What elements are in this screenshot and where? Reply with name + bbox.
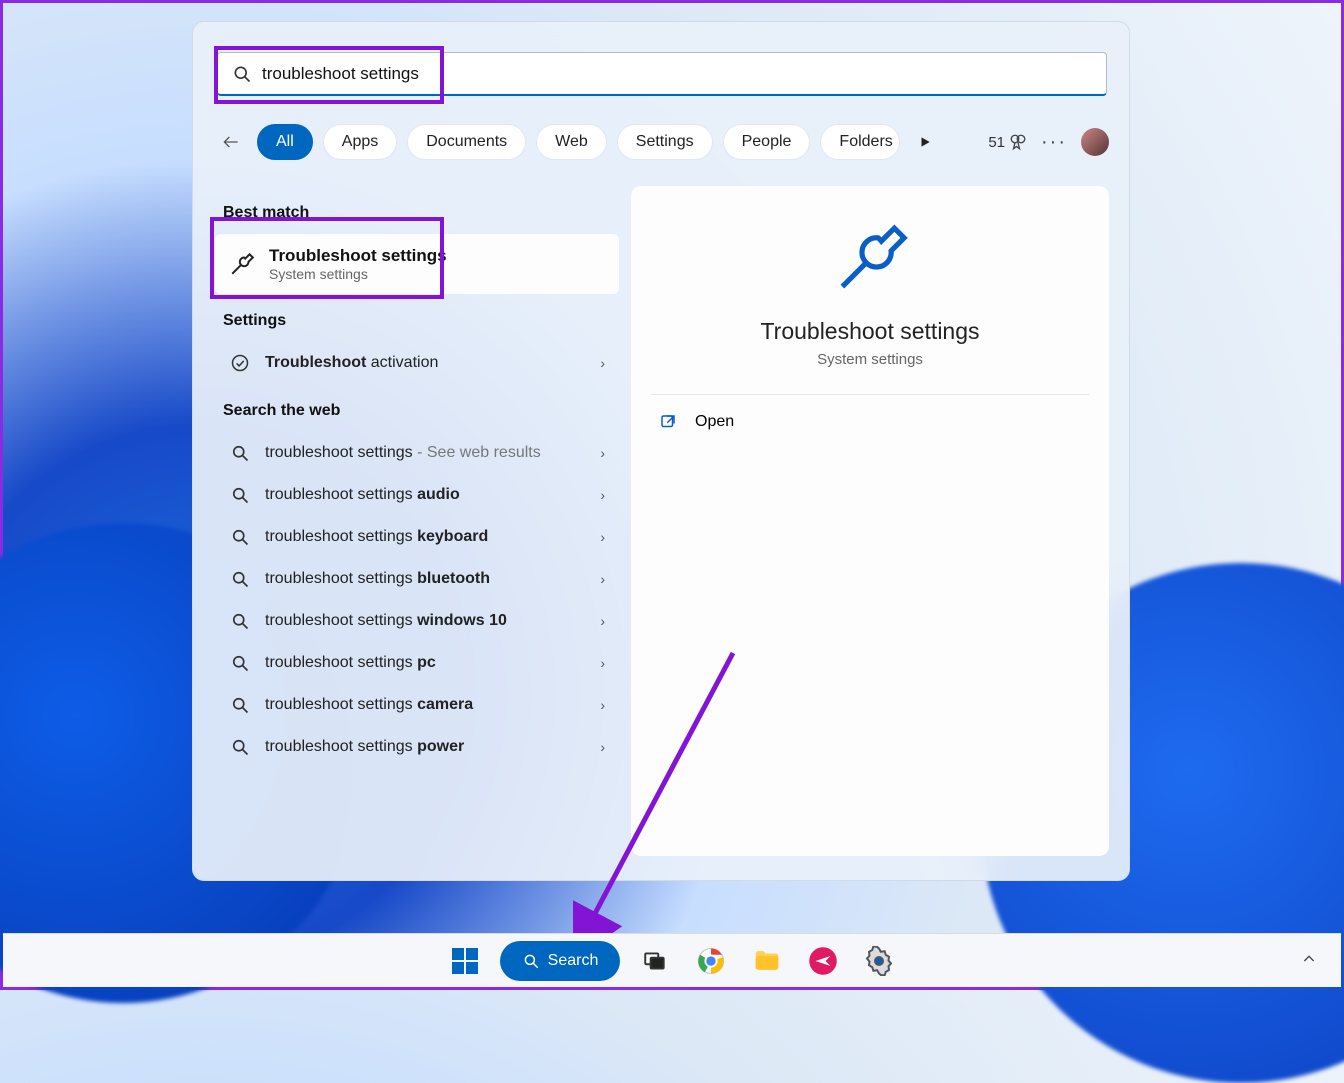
chevron-right-icon: ›	[600, 445, 605, 461]
web-result-7[interactable]: troubleshoot settings power ›	[215, 726, 619, 768]
wrench-icon	[229, 251, 255, 277]
search-icon	[229, 652, 251, 674]
chevron-right-icon: ›	[600, 613, 605, 629]
taskbar-app-explorer[interactable]	[746, 940, 788, 982]
result-text: troubleshoot settings bluetooth	[265, 569, 586, 590]
taskbar: Search	[3, 933, 1341, 987]
open-label: Open	[695, 413, 734, 431]
search-input[interactable]	[262, 64, 1092, 84]
preview-subtitle: System settings	[631, 351, 1109, 368]
medal-icon	[1009, 133, 1027, 151]
user-avatar[interactable]	[1081, 128, 1109, 156]
open-button[interactable]: Open	[631, 395, 1109, 449]
taskbar-search-label: Search	[548, 952, 599, 970]
result-text: troubleshoot settings - See web results	[265, 443, 586, 464]
play-icon	[918, 135, 932, 149]
web-section-label: Search the web	[223, 402, 619, 420]
filter-tab-folders[interactable]: Folders	[820, 124, 899, 160]
task-view-icon	[642, 948, 668, 974]
rewards-points[interactable]: 51	[988, 133, 1027, 151]
chevron-right-icon: ›	[600, 571, 605, 587]
open-external-icon	[659, 413, 677, 431]
search-icon	[229, 442, 251, 464]
folder-icon	[752, 946, 782, 976]
best-match-subtitle: System settings	[269, 266, 447, 282]
search-panel: All Apps Documents Web Settings People F…	[192, 21, 1130, 881]
wrench-icon	[831, 220, 909, 298]
result-text: Troubleshoot activation	[265, 353, 586, 374]
result-text: troubleshoot settings pc	[265, 653, 586, 674]
tray-overflow-button[interactable]	[1295, 945, 1323, 973]
chevron-up-icon	[1301, 951, 1317, 967]
start-button[interactable]	[444, 940, 486, 982]
chevron-right-icon: ›	[600, 529, 605, 545]
filter-tab-people[interactable]: People	[723, 124, 811, 160]
preview-title: Troubleshoot settings	[631, 318, 1109, 345]
result-text: troubleshoot settings audio	[265, 485, 586, 506]
taskbar-app-settings[interactable]	[858, 940, 900, 982]
filter-tab-web[interactable]: Web	[536, 124, 607, 160]
back-button[interactable]	[215, 126, 247, 158]
chevron-right-icon: ›	[600, 355, 605, 371]
result-text: troubleshoot settings power	[265, 737, 586, 758]
chevron-right-icon: ›	[600, 487, 605, 503]
web-result-3[interactable]: troubleshoot settings bluetooth ›	[215, 558, 619, 600]
results-column: Best match Troubleshoot settings System …	[215, 186, 619, 768]
chrome-icon	[696, 946, 726, 976]
web-result-5[interactable]: troubleshoot settings pc ›	[215, 642, 619, 684]
filter-tab-all[interactable]: All	[257, 124, 313, 160]
search-icon	[229, 694, 251, 716]
filter-row: All Apps Documents Web Settings People F…	[215, 124, 1109, 160]
checkmark-circle-icon	[230, 353, 250, 373]
search-icon	[232, 64, 252, 84]
search-bar[interactable]	[217, 52, 1107, 96]
settings-result-troubleshoot-activation[interactable]: Troubleshoot activation ›	[215, 342, 619, 384]
best-match-title: Troubleshoot settings	[269, 246, 447, 266]
preview-pane: Troubleshoot settings System settings Op…	[631, 186, 1109, 856]
filter-overflow-button[interactable]	[910, 135, 940, 149]
task-view-button[interactable]	[634, 940, 676, 982]
gear-icon	[864, 946, 894, 976]
search-icon	[229, 526, 251, 548]
search-icon	[229, 568, 251, 590]
result-text: troubleshoot settings keyboard	[265, 527, 586, 548]
more-options-button[interactable]: ···	[1041, 131, 1067, 154]
search-icon	[229, 484, 251, 506]
windows-logo-icon	[452, 948, 478, 974]
chevron-right-icon: ›	[600, 655, 605, 671]
best-match-item[interactable]: Troubleshoot settings System settings	[215, 234, 619, 294]
arrow-left-icon	[221, 132, 241, 152]
filter-tab-settings[interactable]: Settings	[617, 124, 713, 160]
chevron-right-icon: ›	[600, 697, 605, 713]
web-result-0[interactable]: troubleshoot settings - See web results ›	[215, 432, 619, 474]
taskbar-app-generic-1[interactable]	[802, 940, 844, 982]
chevron-right-icon: ›	[600, 739, 605, 755]
app-icon	[808, 946, 838, 976]
result-text: troubleshoot settings camera	[265, 695, 586, 716]
best-match-label: Best match	[223, 204, 619, 222]
search-icon	[229, 610, 251, 632]
web-result-2[interactable]: troubleshoot settings keyboard ›	[215, 516, 619, 558]
filter-tab-apps[interactable]: Apps	[323, 124, 397, 160]
settings-section-label: Settings	[223, 312, 619, 330]
taskbar-search-button[interactable]: Search	[500, 941, 621, 981]
filter-tab-documents[interactable]: Documents	[407, 124, 526, 160]
result-text: troubleshoot settings windows 10	[265, 611, 586, 632]
web-result-4[interactable]: troubleshoot settings windows 10 ›	[215, 600, 619, 642]
web-result-1[interactable]: troubleshoot settings audio ›	[215, 474, 619, 516]
points-value: 51	[988, 134, 1005, 151]
search-icon	[229, 736, 251, 758]
web-result-6[interactable]: troubleshoot settings camera ›	[215, 684, 619, 726]
taskbar-app-chrome[interactable]	[690, 940, 732, 982]
search-icon	[522, 952, 540, 970]
